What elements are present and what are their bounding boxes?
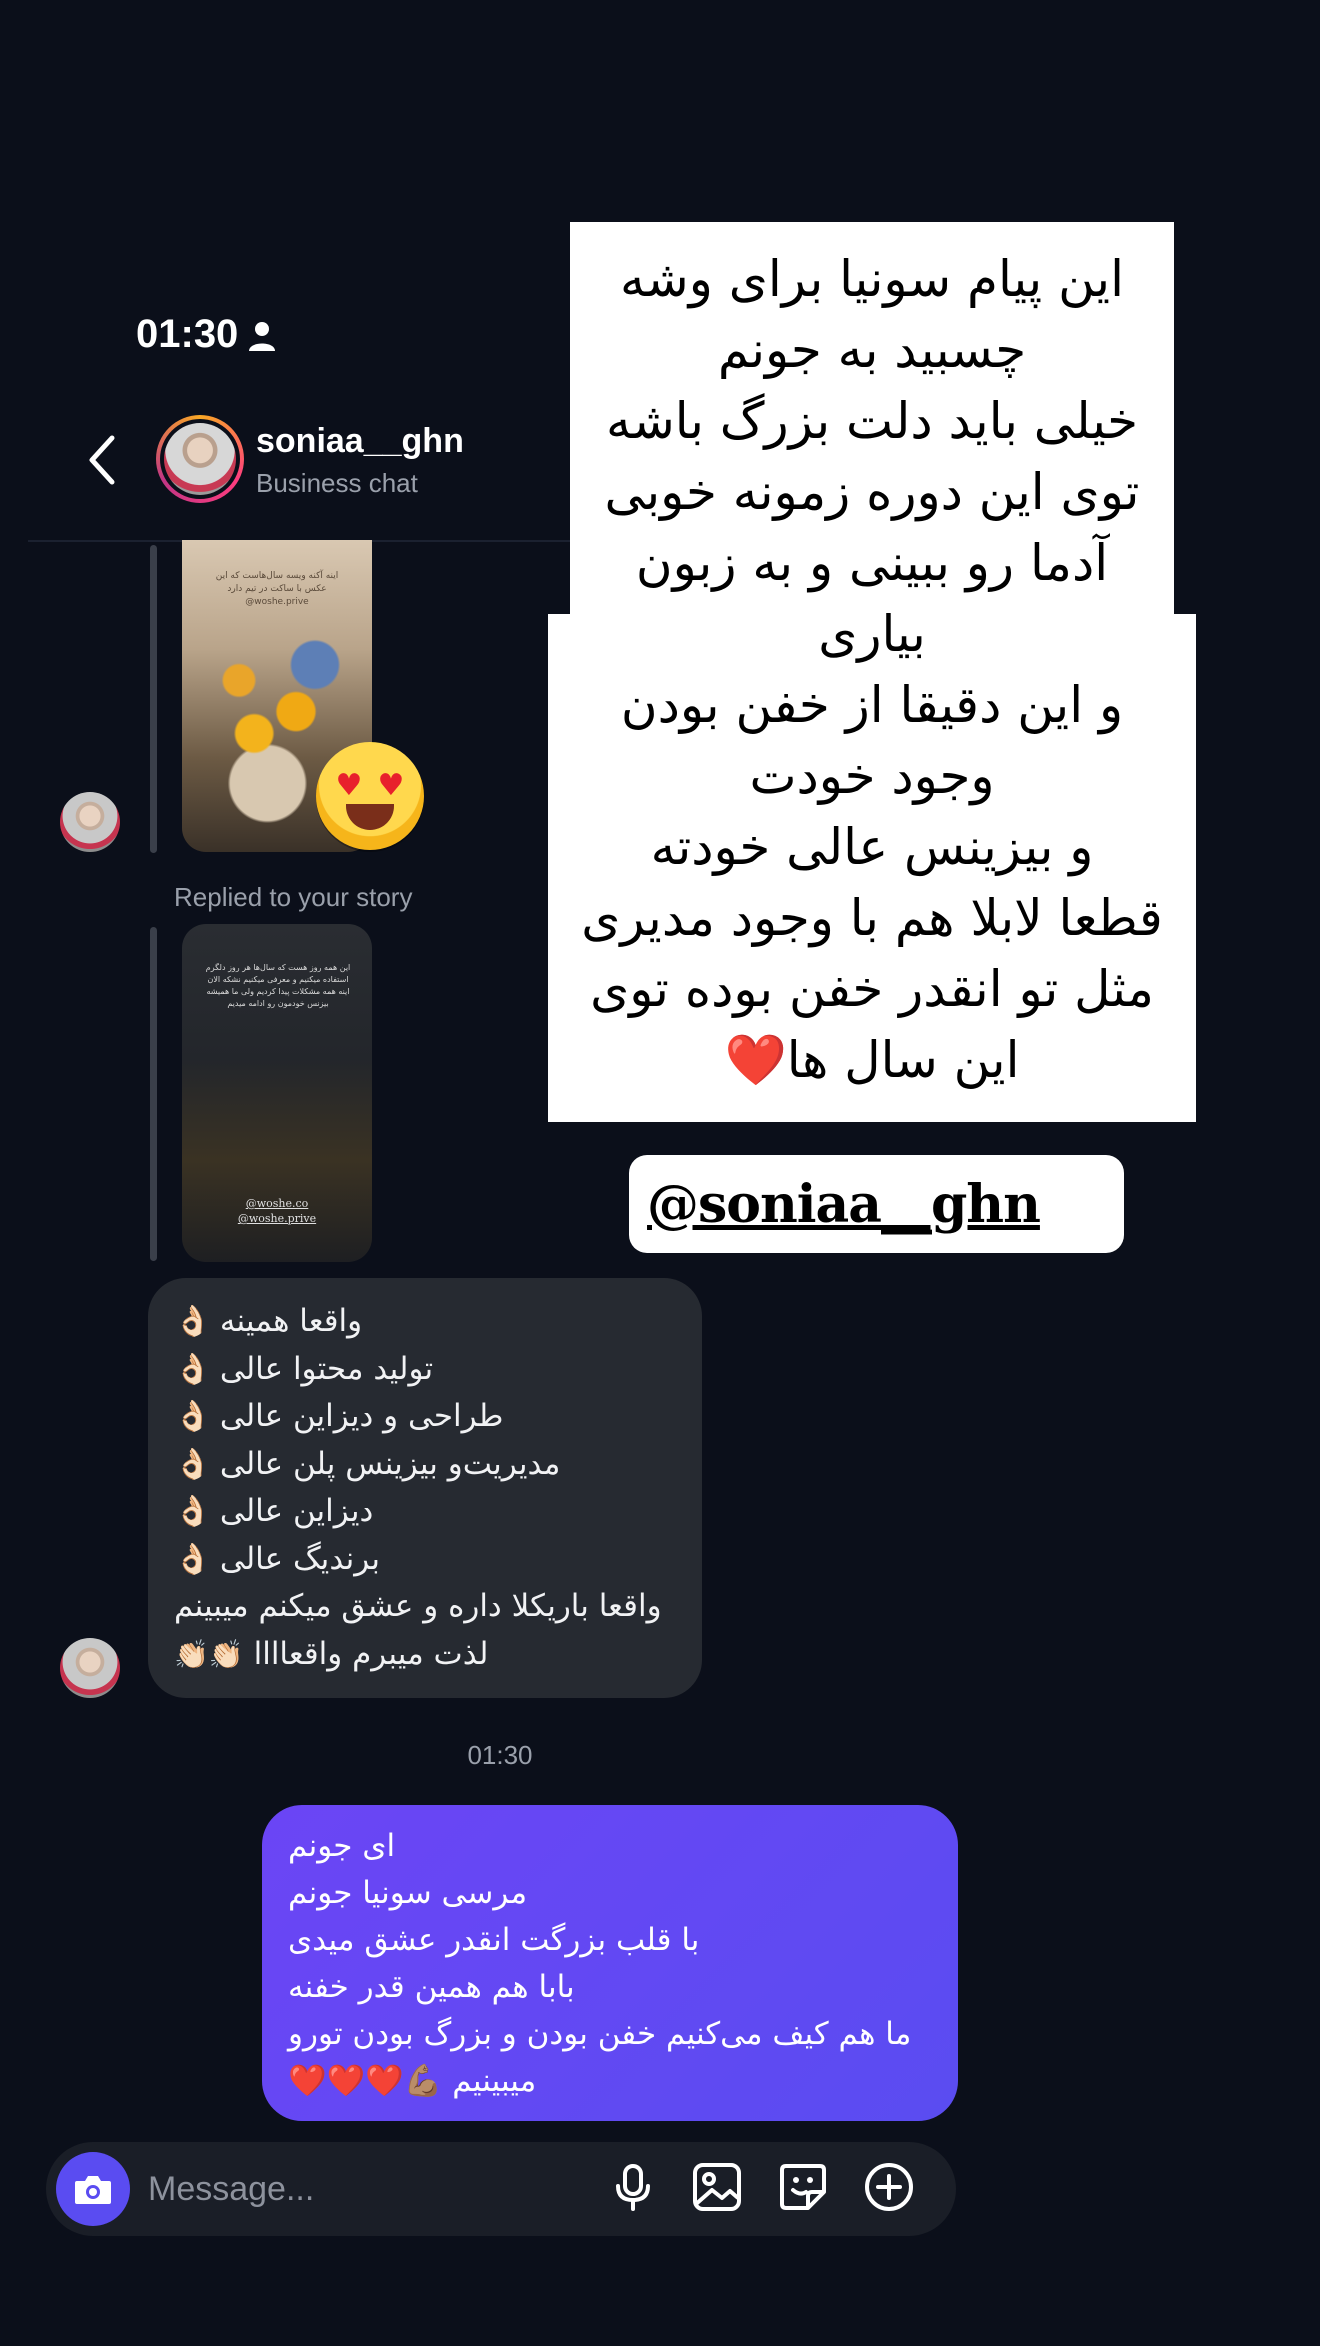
person-icon	[249, 322, 275, 351]
gallery-icon[interactable]	[690, 2160, 744, 2214]
sender-avatar[interactable]	[60, 1638, 120, 1698]
message-line: 👏🏻👏🏻 لذت میبرم واقعاااا	[174, 1635, 489, 1672]
camera-button[interactable]	[56, 2152, 130, 2226]
microphone-icon[interactable]	[606, 2160, 660, 2214]
message-line: با قلب بزرگت انقدر عشق میدی	[288, 1922, 700, 1958]
kiss-emoji-icon: 😘	[1055, 1176, 1106, 1232]
message-line: ای جونم	[288, 1828, 396, 1864]
chat-username[interactable]: soniaa__ghn	[256, 422, 464, 461]
back-arrow-icon[interactable]	[82, 430, 122, 490]
incoming-message-bubble[interactable]: 👌🏻 واقعا همینه 👌🏻 تولید محتوا عالی 👌🏻 طر…	[148, 1278, 702, 1698]
message-line: 👌🏻 تولید محتوا عالی	[174, 1350, 434, 1387]
heart-eyes-reaction-icon: ♥ ♥	[316, 742, 424, 850]
message-line: ما هم کیف می‌کنیم خفن بودن و بزرگ بودن ت…	[288, 2016, 912, 2052]
mention-sticker[interactable]: @soniaa__ghn 😘	[629, 1155, 1124, 1253]
reply-thread-bar	[150, 927, 157, 1261]
message-line: 👌🏻 طراحی و دیزاین عالی	[174, 1398, 504, 1434]
story-handles: @woshe.co @woshe.prive	[237, 1197, 317, 1225]
message-line: 👌🏻 مدیریت‌و بیزینس پلن عالی	[174, 1445, 561, 1482]
outgoing-message-bubble[interactable]: ای جونم مرسی سونیا جونم با قلب بزرگت انق…	[262, 1805, 958, 2121]
message-line: 👌🏻 برندیگ عالی	[174, 1540, 380, 1577]
status-time: 01:30	[136, 312, 239, 356]
profile-photo	[164, 423, 236, 495]
add-icon[interactable]	[862, 2160, 916, 2214]
overlay-caption: این پیام سونیا برای وشه چسبید به جونم خی…	[581, 250, 1163, 1089]
message-input[interactable]	[148, 2160, 588, 2218]
time-separator: 01:30	[467, 1740, 533, 1770]
message-line: ❤️❤️❤️💪🏽 میبینیم	[288, 2063, 537, 2099]
message-line: 👌🏻 واقعا همینه	[174, 1303, 363, 1339]
message-line: 👌🏻 دیزاین عالی	[174, 1493, 374, 1529]
mention-handle: @soniaa__ghn	[647, 1173, 1041, 1235]
reply-thread-bar	[150, 545, 157, 853]
story-caption: اینه آکنه ویسه سال‌هاست که این عکس با سا…	[215, 571, 339, 607]
message-line: مرسی سونیا جونم	[288, 1875, 528, 1911]
camera-icon	[75, 2176, 111, 2204]
sticker-icon[interactable]	[776, 2160, 830, 2214]
message-line: بابا هم همین قدر خفنه	[288, 1969, 575, 2005]
chat-avatar[interactable]	[156, 415, 244, 503]
story-thumbnail[interactable]: این همه روز هست که سال‌ها هر روز دلگرم ا…	[182, 924, 372, 1262]
chat-subtitle: Business chat	[256, 468, 418, 498]
story-caption: این همه روز هست که سال‌ها هر روز دلگرم ا…	[205, 963, 351, 1008]
replied-to-story-label: Replied to your story	[174, 882, 413, 912]
message-line: واقعا باریکلا داره و عشق میکنم میبینم	[174, 1588, 662, 1624]
sender-avatar[interactable]	[60, 792, 120, 852]
